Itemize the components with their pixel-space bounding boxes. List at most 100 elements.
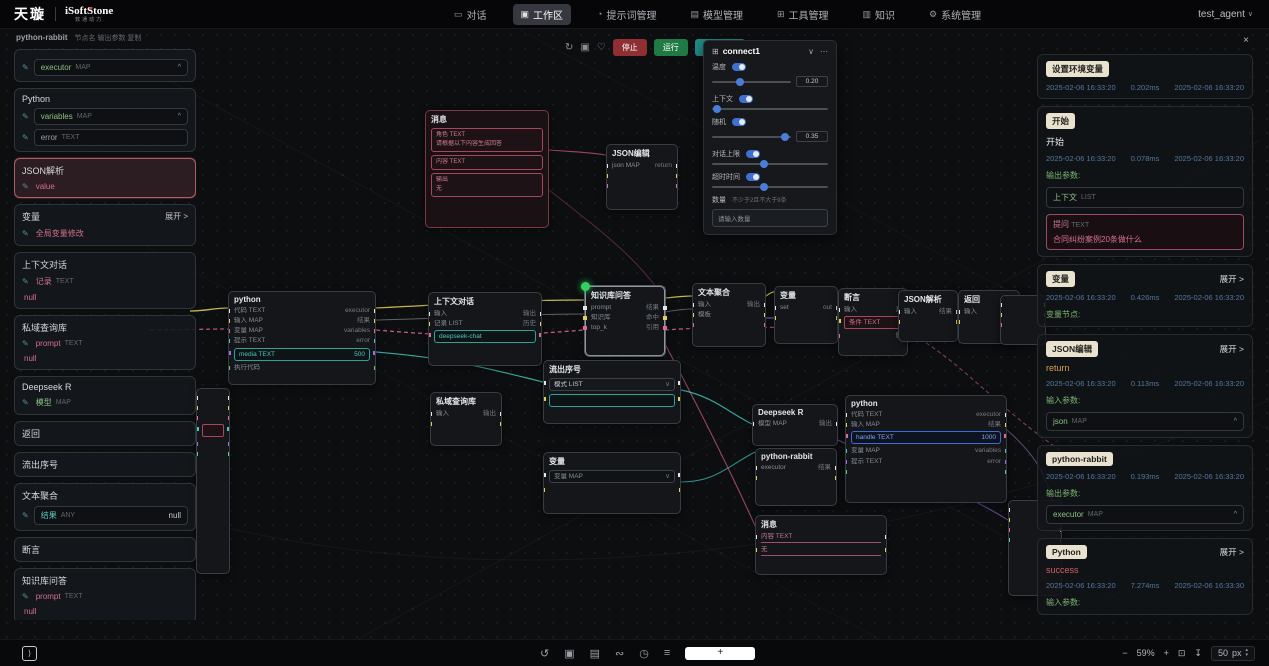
add-node-button[interactable]: + xyxy=(685,647,755,660)
grid-size-stepper[interactable]: ▴ ▾ xyxy=(1245,648,1248,659)
edit-icon[interactable]: ✎ xyxy=(22,133,29,142)
list-icon[interactable]: ≡ xyxy=(664,647,670,659)
connector-icon[interactable]: ∾ xyxy=(615,647,624,660)
node-py-rabbit-node[interactable]: python-rabbitexecutor结果 xyxy=(755,448,837,506)
more-icon[interactable]: ⋯ xyxy=(820,47,828,56)
node-message2-node[interactable]: 消息内容 TEXT无 xyxy=(755,515,887,575)
collapse-sidebar-button[interactable]: ⟩ xyxy=(22,646,37,661)
refresh-icon[interactable]: ↻ xyxy=(565,42,573,53)
stop-button[interactable]: 停止 xyxy=(613,39,647,56)
node-config-panel[interactable]: ⊞ connect1 ∨ ⋯ 温度0.20上下文随机0.35对话上限超时时间 数… xyxy=(703,40,837,235)
red-field-box[interactable]: 内容 TEXT xyxy=(431,155,543,170)
param-field[interactable]: 上下文LIST xyxy=(1046,187,1244,208)
slider-track[interactable] xyxy=(712,108,828,110)
node-deepseek-node[interactable]: Deepseek R模型 MAP输出 xyxy=(752,404,838,446)
edit-icon[interactable]: ✎ xyxy=(22,182,29,191)
param-field[interactable]: jsonMAP^ xyxy=(1046,412,1244,431)
chevron-up-icon[interactable]: ^ xyxy=(1234,511,1237,518)
count-input[interactable]: 请输入数量 xyxy=(712,209,828,227)
slider-track[interactable] xyxy=(712,81,791,83)
zoom-out-button[interactable]: − xyxy=(1122,648,1127,658)
field-box[interactable]: errorTEXT xyxy=(34,129,188,146)
slider-thumb[interactable] xyxy=(760,183,768,191)
node-python-big-node[interactable]: python代码 TEXTexecutor输入 MAP结果handle TEXT… xyxy=(845,395,1007,503)
slider-thumb[interactable] xyxy=(713,105,721,113)
node-json-edit[interactable]: JSON编辑json MAPreturn xyxy=(606,144,678,210)
nav-item-chat[interactable]: ▭对话 xyxy=(446,4,495,25)
favorite-icon[interactable]: ♡ xyxy=(597,42,606,53)
nav-item-workspace[interactable]: ▣工作区 xyxy=(513,4,572,25)
node-context-node[interactable]: 上下文对话输入输出记录 LIST历史deepseek-chat xyxy=(428,292,542,366)
slider-track[interactable] xyxy=(712,186,828,188)
node-card-python-rabbit-exec[interactable]: ✎ executorMAP^ xyxy=(14,49,196,82)
chevron-up-icon[interactable]: ^ xyxy=(178,113,181,120)
param-field-pink[interactable]: 提问 TEXT合同纠纷案例20条做什么 xyxy=(1046,214,1244,250)
node-card-seq-out[interactable]: 流出序号 xyxy=(14,452,196,477)
collapse-icon[interactable]: ∨ xyxy=(808,47,814,56)
nav-item-model-mgmt[interactable]: ▤模型管理 xyxy=(682,4,751,25)
expand-link[interactable]: 展开 > xyxy=(1220,273,1244,285)
node-card-python[interactable]: Python✎variablesMAP^✎errorTEXT xyxy=(14,88,196,152)
node-var-node[interactable]: 变量变量 MAP∨ xyxy=(543,452,681,514)
expand-link[interactable]: 展开 > xyxy=(1220,343,1244,355)
field-box[interactable]: 结果ANYnull xyxy=(34,506,188,525)
node-card-text-merge[interactable]: 文本聚合✎结果ANYnull xyxy=(14,483,196,531)
node-card-return[interactable]: 返回 xyxy=(14,421,196,446)
edit-icon[interactable]: ✎ xyxy=(22,112,29,121)
chevron-up-icon[interactable]: ^ xyxy=(178,64,181,71)
field-box[interactable]: executorMAP^ xyxy=(34,59,188,76)
node-card-deepseek-r[interactable]: Deepseek R✎模型MAP xyxy=(14,376,196,415)
slider-thumb[interactable] xyxy=(760,160,768,168)
user-menu[interactable]: test_agent ∨ xyxy=(1198,0,1253,28)
slider-track[interactable] xyxy=(712,136,791,138)
node-card-json-parse[interactable]: JSON解析✎value xyxy=(14,158,196,198)
node-message-node[interactable]: 消息角色 TEXT请根据以下内容生成回答内容 TEXT输出无 xyxy=(425,110,549,228)
node-card-assert[interactable]: 断言 xyxy=(14,537,196,562)
slider-thumb[interactable] xyxy=(736,78,744,86)
red-field-box[interactable]: 角色 TEXT请根据以下内容生成回答 xyxy=(431,128,543,152)
red-field-box[interactable]: 输出无 xyxy=(431,173,543,197)
zoom-in-button[interactable]: + xyxy=(1164,648,1169,658)
node-text-merge-node[interactable]: 文本聚合输入输出模板 xyxy=(692,283,766,347)
slider-track[interactable] xyxy=(712,163,828,165)
snapshot-icon[interactable]: ▣ xyxy=(564,647,574,660)
node-narrow-node[interactable] xyxy=(196,388,230,574)
expand-link[interactable]: 展开 > xyxy=(1220,546,1244,558)
toggle-switch[interactable] xyxy=(732,118,746,126)
fit-view-icon[interactable]: ⊡ xyxy=(1178,648,1186,659)
grid-size-box[interactable]: 50 px ▴ ▾ xyxy=(1211,646,1255,661)
history-icon[interactable]: ◷ xyxy=(639,647,649,660)
edit-icon[interactable]: ✎ xyxy=(22,398,29,407)
nav-item-knowledge[interactable]: ▥知识 xyxy=(855,4,904,25)
nav-item-system-mgmt[interactable]: ⚙系统管理 xyxy=(921,4,989,25)
edit-icon[interactable]: ✎ xyxy=(22,277,29,286)
node-json-parse-node[interactable]: JSON解析输入结果 xyxy=(898,290,958,342)
undo-icon[interactable]: ↺ xyxy=(540,647,549,660)
param-field[interactable]: executorMAP^ xyxy=(1046,505,1244,524)
toggle-switch[interactable] xyxy=(739,95,753,103)
node-card-private-query[interactable]: 私域查询库✎promptTEXTnull xyxy=(14,315,196,370)
node-kb-qa-node[interactable]: 知识库问答prompt结果知识库命中top_k引用 xyxy=(585,286,665,356)
edit-icon[interactable]: ✎ xyxy=(22,511,29,520)
toggle-switch[interactable] xyxy=(746,173,760,181)
snap-down-icon[interactable]: ↧ xyxy=(1194,648,1202,659)
node-card-context-dialog[interactable]: 上下文对话✎记录TEXTnull xyxy=(14,252,196,309)
slider-thumb[interactable] xyxy=(781,133,789,141)
chevron-up-icon[interactable]: ^ xyxy=(1234,418,1237,425)
edit-icon[interactable]: ✎ xyxy=(22,592,29,601)
node-card-kb-qa[interactable]: 知识库问答✎promptTEXTnull xyxy=(14,568,196,620)
node-card-variable[interactable]: 变量展开 >✎全局变量修改 xyxy=(14,204,196,246)
close-icon[interactable]: × xyxy=(1243,36,1249,46)
toggle-switch[interactable] xyxy=(732,63,746,71)
nav-item-prompt-mgmt[interactable]: ◔提示词管理 xyxy=(589,4,664,25)
toggle-switch[interactable] xyxy=(746,150,760,158)
expand-link[interactable]: 展开 > xyxy=(165,211,188,222)
nav-item-tool-mgmt[interactable]: ⊞工具管理 xyxy=(769,4,837,25)
edit-icon[interactable]: ✎ xyxy=(22,339,29,348)
field-box[interactable]: variablesMAP^ xyxy=(34,108,188,125)
clipboard-icon[interactable]: ▤ xyxy=(590,647,600,660)
run-button[interactable]: 运行 xyxy=(654,39,688,56)
node-private-query-node[interactable]: 私域查询库输入输出 xyxy=(430,392,502,446)
node-var-small-node[interactable]: 变量setout xyxy=(774,286,838,344)
edit-icon[interactable]: ✎ xyxy=(22,63,29,72)
